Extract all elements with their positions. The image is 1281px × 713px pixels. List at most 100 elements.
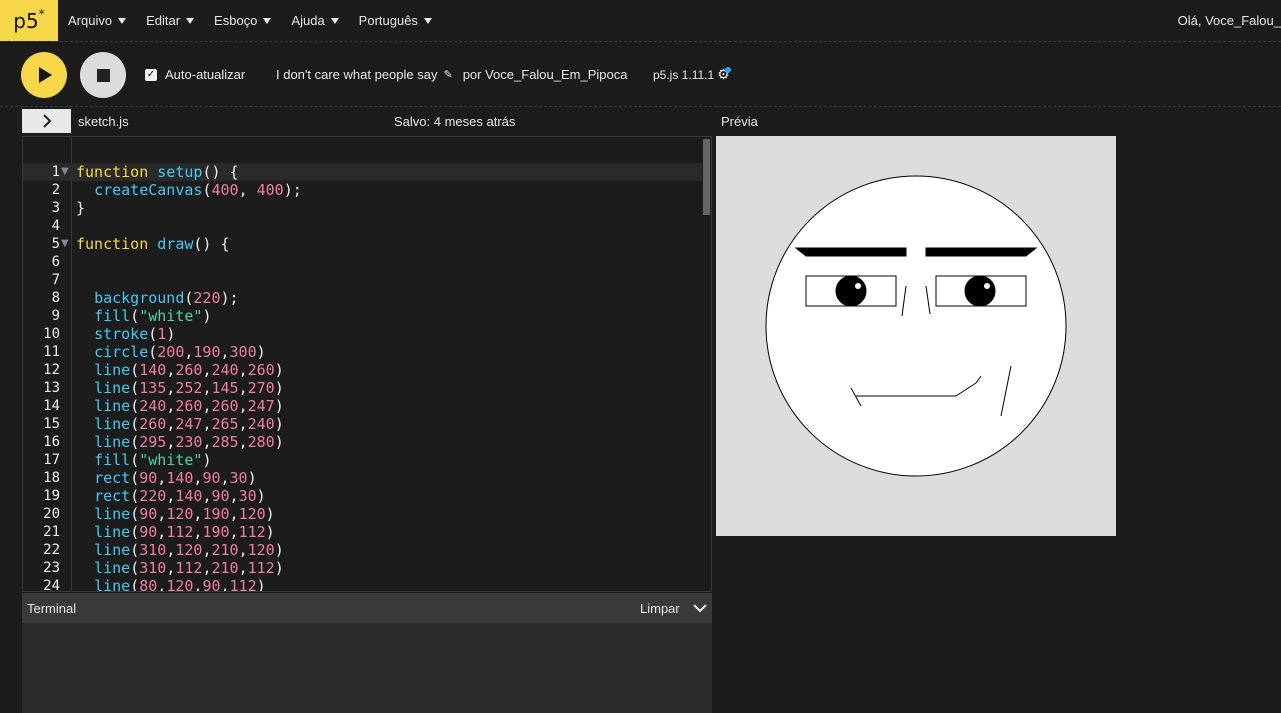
code-text: line(260,247,265,240): [94, 415, 284, 433]
code-text: fill("white"): [94, 307, 212, 325]
chevron-down-icon: [118, 17, 127, 24]
file-name[interactable]: sketch.js: [78, 114, 129, 129]
menu-language[interactable]: Português: [359, 13, 432, 28]
line-number: 7: [51, 272, 60, 288]
sketch-drawing: [765, 175, 1067, 477]
line-number: 12: [43, 362, 60, 378]
line-number: 20: [43, 506, 60, 522]
menu-label: Arquivo: [68, 13, 113, 28]
fold-icon[interactable]: ▼: [61, 163, 69, 181]
code-line[interactable]: 1 ▼ function setup() {: [23, 163, 703, 181]
code-line[interactable]: 18 rect(90,140,90,30): [23, 469, 703, 487]
sketch-name: I don't care what people say: [276, 67, 438, 82]
code-text: line(310,120,210,120): [94, 541, 284, 559]
logo-text: p5: [13, 8, 39, 33]
chevron-down-icon[interactable]: [693, 601, 707, 615]
line-number: 24: [43, 578, 60, 592]
code-line[interactable]: 14 line(240,260,260,247): [23, 397, 703, 415]
user-greeting[interactable]: Olá, Voce_Falou_: [1178, 13, 1281, 28]
code-text: background(220);: [94, 289, 239, 307]
pupil-shine-right: [984, 283, 990, 289]
editor-scrollbar[interactable]: [702, 137, 711, 591]
chevron-down-icon: [186, 17, 195, 24]
version-info[interactable]: p5.js 1.11.1 ⚙: [653, 67, 730, 83]
scrollbar-thumb[interactable]: [703, 139, 710, 215]
code-line[interactable]: 12 line(140,260,240,260): [23, 361, 703, 379]
line-number: 4: [51, 218, 60, 234]
auto-refresh-label: Auto-atualizar: [165, 67, 246, 82]
line-number: 3: [51, 200, 60, 216]
menu-ajuda[interactable]: Ajuda: [291, 13, 339, 28]
p5-logo[interactable]: p5 *: [0, 0, 58, 41]
face-circle: [765, 175, 1067, 477]
code-line[interactable]: 19 rect(220,140,90,30): [23, 487, 703, 505]
line-number: 23: [43, 560, 60, 576]
line-number: 14: [43, 398, 60, 414]
code-line[interactable]: 2 createCanvas(400, 400);: [23, 181, 703, 199]
code-line[interactable]: 9 fill("white"): [23, 307, 703, 325]
play-button[interactable]: [21, 52, 67, 98]
sketch-title[interactable]: I don't care what people say ✎ por Voce_…: [276, 67, 627, 82]
code-line[interactable]: 24 line(80,120,90,112): [23, 577, 703, 592]
saved-status: Salvo: 4 meses atrás: [394, 114, 516, 129]
pencil-icon[interactable]: ✎: [443, 68, 452, 81]
code-line[interactable]: 23 line(310,112,210,112): [23, 559, 703, 577]
menu-esboco[interactable]: Esboço: [214, 13, 272, 28]
code-text: line(90,112,190,112): [94, 523, 275, 541]
terminal-title: Terminal: [27, 601, 77, 616]
menu-label: Editar: [146, 13, 181, 28]
sketch-author[interactable]: por Voce_Falou_Em_Pipoca: [463, 67, 628, 82]
code-line[interactable]: 16 line(295,230,285,280): [23, 433, 703, 451]
line-number: 16: [43, 434, 60, 450]
menu-arquivo[interactable]: Arquivo: [68, 13, 127, 28]
terminal-header: Terminal Limpar: [22, 593, 712, 623]
code-line[interactable]: 17 fill("white"): [23, 451, 703, 469]
code-editor[interactable]: 1 ▼ function setup() {2 createCanvas(400, …: [22, 136, 712, 592]
terminal-output[interactable]: [22, 623, 712, 713]
code-line[interactable]: 21 line(90,112,190,112): [23, 523, 703, 541]
play-icon: [39, 67, 52, 83]
menu-editar[interactable]: Editar: [146, 13, 195, 28]
code-text: function setup() {: [76, 163, 239, 181]
code-line[interactable]: 10 stroke(1): [23, 325, 703, 343]
code-line[interactable]: 15 line(260,247,265,240): [23, 415, 703, 433]
code-area[interactable]: 1 ▼ function setup() {2 createCanvas(400, …: [23, 163, 703, 592]
code-line[interactable]: 5 ▼ function draw() {: [23, 235, 703, 253]
divider: [0, 106, 1281, 107]
code-line[interactable]: 22 line(310,120,210,120): [23, 541, 703, 559]
code-line[interactable]: 7: [23, 271, 703, 289]
version-label: p5.js 1.11.1: [653, 68, 715, 82]
pupil-left: [835, 275, 867, 307]
preview-canvas[interactable]: [716, 136, 1116, 536]
eyebrow-left: [794, 247, 907, 257]
code-line[interactable]: 4: [23, 217, 703, 235]
code-text: line(135,252,145,270): [94, 379, 284, 397]
fold-icon[interactable]: ▼: [61, 235, 69, 253]
stop-icon: [96, 68, 110, 82]
menu-label: Ajuda: [291, 13, 325, 28]
chevron-down-icon: [330, 17, 339, 24]
menu-label: Esboço: [214, 13, 258, 28]
code-line[interactable]: 13 line(135,252,145,270): [23, 379, 703, 397]
code-text: function draw() {: [76, 235, 230, 253]
stop-button[interactable]: [80, 52, 126, 98]
code-text: line(140,260,240,260): [94, 361, 284, 379]
code-line[interactable]: 6: [23, 253, 703, 271]
code-line[interactable]: 11 circle(200,190,300): [23, 343, 703, 361]
code-text: line(295,230,285,280): [94, 433, 284, 451]
code-line[interactable]: 20 line(90,120,190,120): [23, 505, 703, 523]
auto-refresh-toggle[interactable]: ✓ Auto-atualizar: [145, 67, 245, 82]
clear-console-button[interactable]: Limpar: [640, 601, 680, 616]
code-text: line(90,120,190,120): [94, 505, 275, 523]
code-text: fill("white"): [94, 451, 212, 469]
line-number: 9: [51, 308, 60, 324]
code-text: rect(220,140,90,30): [94, 487, 266, 505]
sidebar-toggle-button[interactable]: [22, 109, 71, 133]
code-line[interactable]: 8 background(220);: [23, 289, 703, 307]
line-number: 21: [43, 524, 60, 540]
line-number: 15: [43, 416, 60, 432]
code-line[interactable]: 3}: [23, 199, 703, 217]
menu-label: Português: [358, 13, 418, 28]
auto-refresh-checkbox[interactable]: ✓: [145, 68, 157, 81]
line-number: 8: [51, 290, 60, 306]
